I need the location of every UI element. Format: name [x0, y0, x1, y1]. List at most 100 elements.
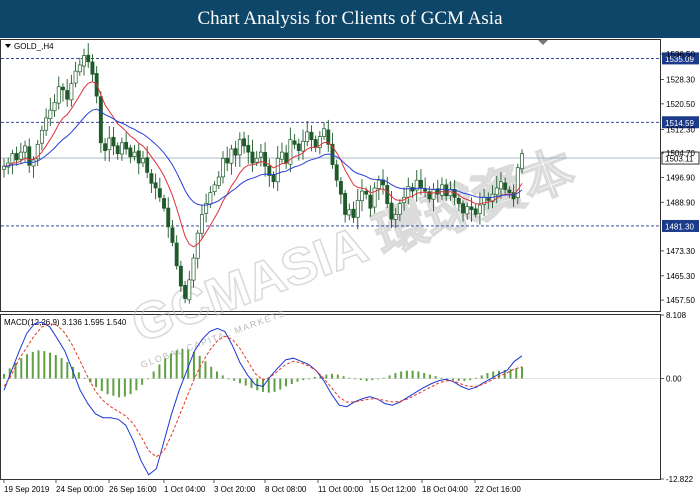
- macd-histogram-bar: [354, 378, 357, 380]
- macd-histogram-bar: [451, 378, 454, 381]
- candle-body: [389, 202, 394, 220]
- candle-body: [364, 190, 369, 195]
- candle-body: [469, 206, 474, 211]
- candle-body: [149, 173, 154, 184]
- macd-histogram-bar: [377, 378, 380, 380]
- macd-histogram-bar: [129, 378, 132, 395]
- candle-body: [351, 208, 356, 218]
- candle-body: [473, 208, 478, 215]
- macd-histogram-bar: [273, 378, 276, 392]
- candle-body: [397, 203, 402, 215]
- candle-body: [170, 227, 175, 243]
- candle-body: [486, 198, 491, 201]
- candle-body: [2, 165, 6, 170]
- candle-body: [355, 200, 360, 218]
- candle-body: [229, 148, 234, 164]
- macd-name: MACD(12,26,9): [4, 318, 60, 327]
- macd-histogram-bar: [359, 378, 362, 381]
- candle-body: [385, 185, 390, 204]
- candle-body: [233, 148, 238, 156]
- macd-histogram-bar: [123, 378, 126, 397]
- x-tick-label: 8 Oct 08:00: [265, 485, 307, 494]
- macd-histogram-bar: [388, 375, 391, 379]
- macd-histogram-bar: [308, 378, 311, 380]
- candle-body: [174, 242, 179, 267]
- candle-body: [246, 145, 251, 153]
- macd-histogram-bar: [521, 366, 523, 379]
- macd-histogram-bar: [83, 377, 86, 379]
- macd-histogram-bar: [279, 378, 282, 390]
- macd-histogram-bar: [474, 377, 477, 379]
- candle-body: [128, 147, 133, 158]
- macd-histogram-bar: [181, 348, 184, 379]
- macd-histogram-bar: [336, 374, 339, 379]
- macd-histogram-bar: [440, 377, 443, 379]
- candle-body: [254, 158, 259, 163]
- candle-body: [456, 197, 461, 204]
- macd-histogram-bar: [348, 377, 351, 379]
- candle-body: [195, 232, 200, 259]
- macd-histogram-bar: [233, 378, 236, 381]
- candle-body: [90, 61, 95, 75]
- macd-tick-label: 8.108: [666, 311, 687, 320]
- macd-histogram-bar: [221, 375, 224, 379]
- candle-body: [477, 204, 482, 214]
- candle-body: [250, 151, 255, 164]
- candle-body: [360, 190, 364, 202]
- candle-body: [507, 189, 512, 193]
- candle-body: [368, 194, 373, 209]
- macd-histogram-bar: [135, 378, 138, 391]
- macd-histogram-bar: [146, 378, 149, 380]
- macd-histogram-bar: [428, 374, 431, 379]
- candle-body: [115, 145, 120, 155]
- x-tick-label: 22 Oct 16:00: [475, 485, 521, 494]
- macd-histogram-bar: [371, 378, 374, 381]
- candle-body: [69, 83, 74, 101]
- candle-body: [18, 151, 23, 160]
- chart-header: Chart Analysis for Clients of GCM Asia: [0, 0, 700, 38]
- candle-body: [461, 203, 465, 214]
- macd-histogram-bar: [331, 373, 334, 379]
- macd-histogram-bar: [394, 373, 397, 379]
- macd-histogram-bar: [313, 376, 316, 379]
- macd-histogram-bar: [227, 378, 230, 380]
- level-label: 1481.30: [665, 222, 694, 231]
- macd-histogram-bar: [215, 371, 218, 379]
- candle-body: [124, 141, 129, 150]
- macd-histogram-bar: [66, 362, 69, 379]
- candle-body: [423, 188, 428, 192]
- macd-histogram-bar: [238, 378, 241, 384]
- macd-histogram-bar: [100, 378, 103, 392]
- candle-body: [440, 184, 444, 196]
- macd-histogram-bar: [77, 372, 80, 379]
- candle-body: [23, 145, 28, 153]
- price-tick-label: 1496.90: [666, 173, 695, 182]
- candle-body: [48, 109, 53, 120]
- macd-histogram-bar: [285, 378, 288, 387]
- candle-body: [498, 181, 503, 190]
- macd-histogram-bar: [256, 378, 259, 391]
- candle-body: [503, 182, 508, 190]
- macd-histogram-bar: [20, 358, 23, 379]
- macd-histogram-bar: [423, 373, 426, 379]
- candle-body: [52, 101, 57, 112]
- candle-body: [305, 131, 310, 142]
- candle-body: [418, 179, 423, 189]
- macd-histogram-bar: [95, 378, 98, 388]
- candle-body: [292, 140, 297, 145]
- candle-body: [448, 189, 453, 197]
- macd-histogram-bar: [106, 378, 109, 395]
- macd-value-2: 1.595: [84, 318, 105, 327]
- price-tick-label: 1504.70: [666, 149, 695, 158]
- candle-body: [199, 214, 204, 234]
- macd-histogram-bar: [49, 352, 52, 379]
- candle-body: [376, 179, 381, 189]
- price-tick-label: 1465.30: [666, 272, 695, 281]
- macd-histogram-bar: [204, 361, 207, 379]
- macd-histogram-bar: [54, 355, 57, 379]
- candle-body: [334, 164, 339, 181]
- candle-body: [347, 209, 352, 216]
- macd-histogram-bar: [141, 378, 144, 385]
- candle-body: [14, 153, 19, 161]
- macd-histogram-bar: [112, 378, 115, 396]
